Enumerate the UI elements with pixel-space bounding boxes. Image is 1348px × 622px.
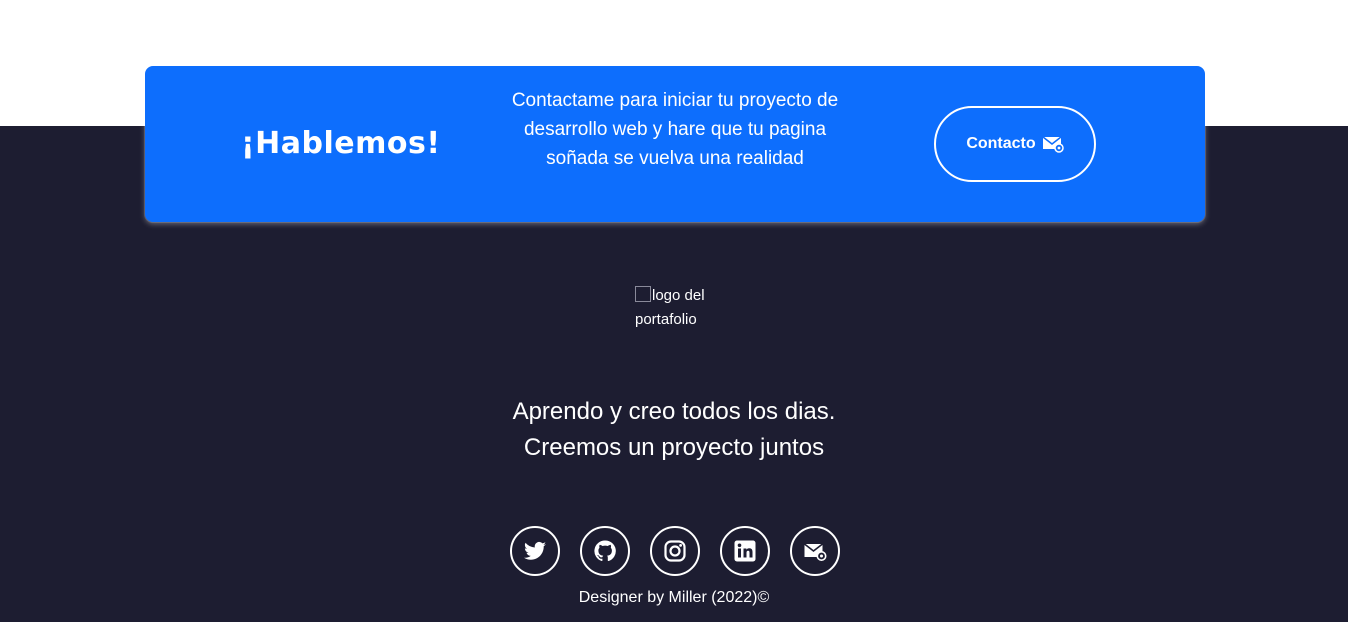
contact-cta-card: ¡Hablemos! Contactame para iniciar tu pr…	[145, 66, 1205, 222]
tagline-line-1: Aprendo y creo todos los dias.	[512, 398, 836, 425]
instagram-link[interactable]	[650, 526, 700, 576]
email-icon	[804, 543, 827, 561]
mail-icon	[1042, 136, 1064, 153]
instagram-icon	[664, 540, 686, 562]
github-icon	[594, 540, 616, 562]
github-link[interactable]	[580, 526, 630, 576]
contact-button[interactable]: Contacto	[934, 106, 1096, 182]
footer-tagline: Aprendo y creo todos los dias. Creemos u…	[424, 394, 924, 466]
broken-image-icon	[635, 286, 651, 302]
linkedin-icon	[734, 540, 756, 562]
linkedin-link[interactable]	[720, 526, 770, 576]
footer-credits: Designer by Miller (2022)©	[578, 589, 770, 606]
portfolio-logo: logo del portafolio	[635, 284, 735, 332]
email-link[interactable]	[790, 526, 840, 576]
twitter-link[interactable]	[510, 526, 560, 576]
twitter-icon	[524, 541, 546, 560]
social-links	[510, 526, 840, 576]
cta-title: ¡Hablemos!	[241, 126, 441, 161]
contact-button-label: Contacto	[966, 135, 1036, 152]
cta-description: Contactame para iniciar tu proyecto de d…	[511, 90, 839, 169]
tagline-line-2: Creemos un proyecto juntos	[523, 434, 825, 461]
